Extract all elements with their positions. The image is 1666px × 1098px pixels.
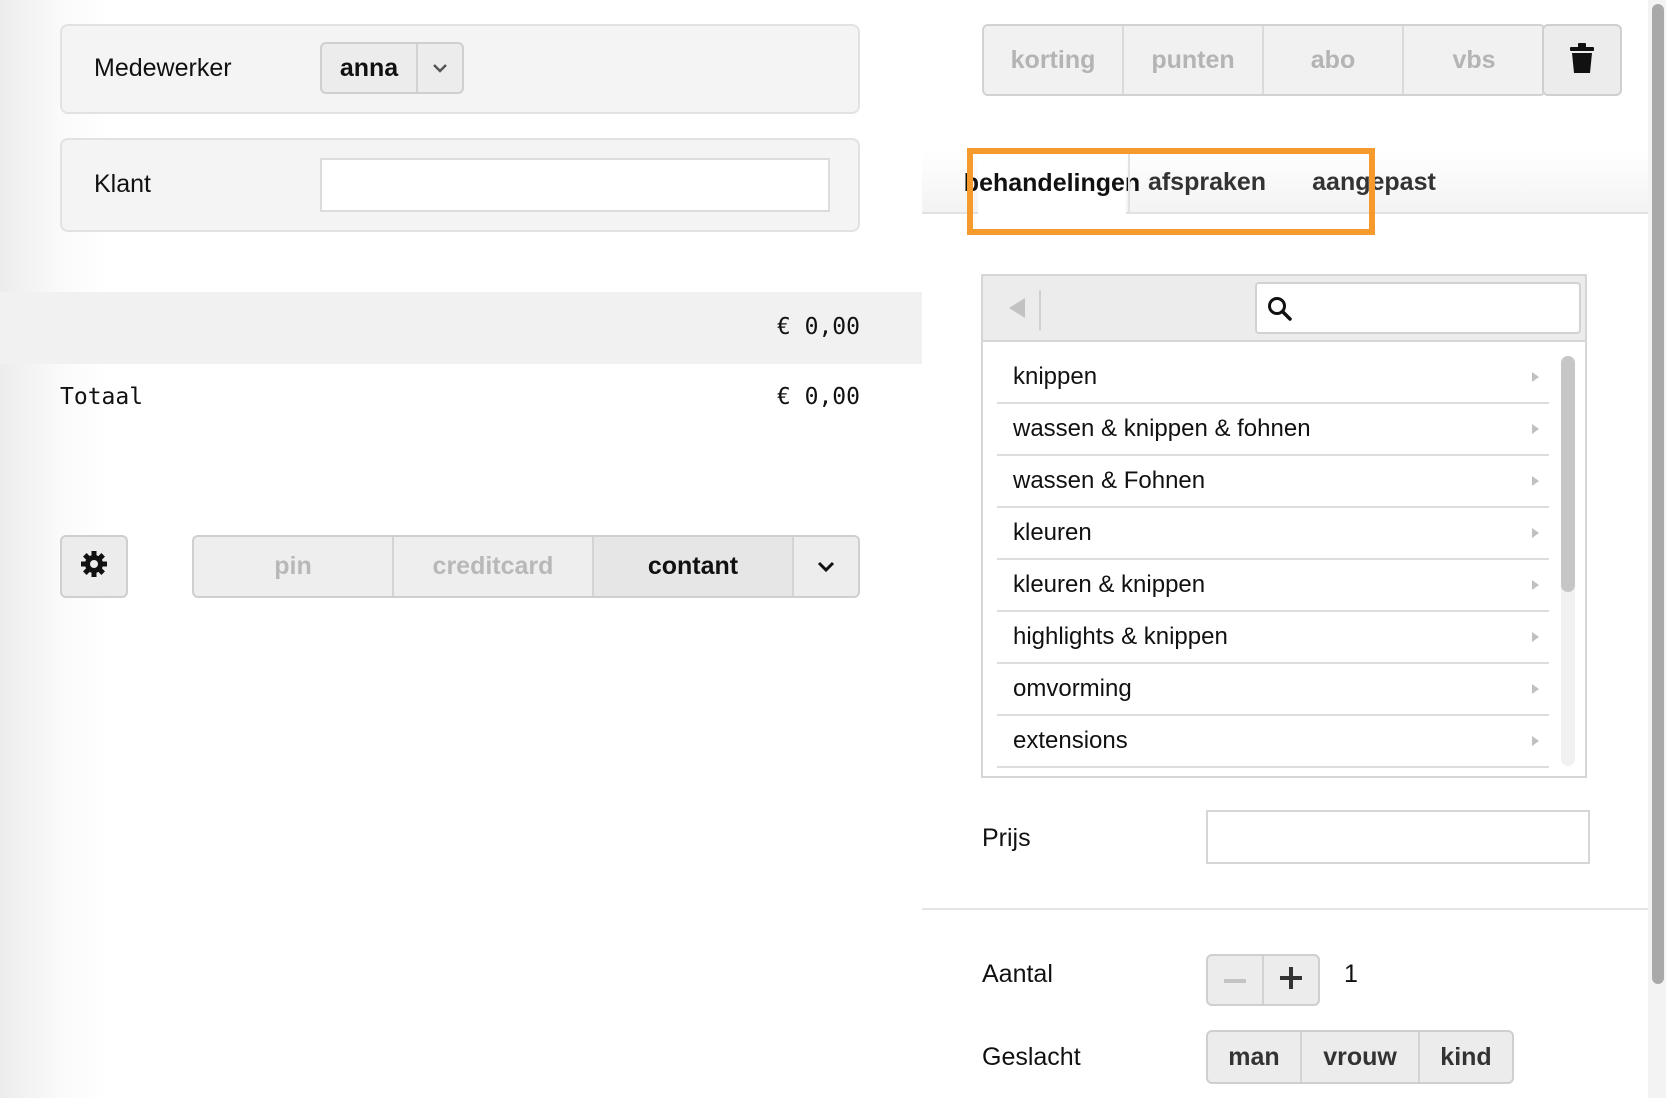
tab-aangepast[interactable]: aangepast — [1286, 150, 1462, 214]
chevron-right-icon — [1532, 736, 1539, 746]
list-item-label: kleuren & knippen — [1013, 571, 1206, 598]
total-value: € 0,00 — [776, 384, 860, 410]
list-item[interactable]: kleuren & knippen — [997, 560, 1549, 612]
list-scrollbar[interactable] — [1561, 356, 1575, 766]
list-item[interactable]: wassen & Fohnen — [997, 456, 1549, 508]
quantity-stepper — [1206, 954, 1320, 1006]
treatment-list: knippen wassen & knippen & fohnen wassen… — [997, 352, 1549, 768]
adjustment-korting[interactable]: korting — [984, 26, 1124, 94]
list-item-label: extensions — [1013, 727, 1128, 754]
list-item-label: wassen & Fohnen — [1013, 467, 1206, 494]
list-item[interactable]: omvorming — [997, 664, 1549, 716]
chevron-right-icon — [1532, 580, 1539, 590]
list-item[interactable]: wassen & knippen & fohnen — [997, 404, 1549, 456]
payment-method-group: pin creditcard contant — [192, 535, 860, 598]
search-icon — [1267, 296, 1293, 327]
gender-label: Geslacht — [982, 1043, 1081, 1071]
back-button[interactable] — [995, 290, 1041, 330]
price-label: Prijs — [982, 824, 1031, 852]
price-input[interactable] — [1206, 810, 1590, 864]
employee-label: Medewerker — [94, 54, 232, 82]
chevron-right-icon — [1532, 684, 1539, 694]
quantity-label: Aantal — [982, 960, 1053, 988]
list-scrollbar-thumb[interactable] — [1561, 356, 1575, 592]
divider — [922, 908, 1666, 910]
trash-icon[interactable] — [1570, 42, 1594, 79]
list-item[interactable]: extensions — [997, 716, 1549, 768]
decrement-button[interactable] — [1208, 956, 1264, 1004]
product-panel: korting punten abo vbs behandelingen afs… — [922, 0, 1666, 1098]
chevron-right-icon — [1532, 424, 1539, 434]
chevron-right-icon — [1532, 632, 1539, 642]
search-field[interactable] — [1255, 282, 1581, 334]
chevron-right-icon — [1532, 372, 1539, 382]
employee-select[interactable]: anna — [320, 42, 464, 94]
adjustment-vbs[interactable]: vbs — [1404, 26, 1544, 94]
list-item-label: knippen — [1013, 363, 1098, 390]
page-scrollbar-thumb[interactable] — [1652, 4, 1664, 984]
chevron-down-icon[interactable] — [418, 44, 462, 92]
total-label: Totaal — [60, 384, 144, 410]
plus-icon[interactable] — [1280, 966, 1302, 994]
tab-behandelingen[interactable]: behandelingen — [964, 150, 1140, 216]
payment-option-creditcard[interactable]: creditcard — [394, 537, 594, 596]
adjustment-abo[interactable]: abo — [1264, 26, 1404, 94]
customer-row: Klant — [60, 138, 860, 232]
list-item[interactable]: highlights & knippen — [997, 612, 1549, 664]
treatment-browser: knippen wassen & knippen & fohnen wassen… — [981, 274, 1587, 778]
delete-button[interactable] — [1542, 24, 1622, 96]
customer-label: Klant — [94, 170, 151, 198]
settings-button[interactable] — [60, 535, 128, 598]
list-item[interactable]: kleuren — [997, 508, 1549, 560]
employee-value[interactable]: anna — [322, 44, 418, 92]
adjustment-punten[interactable]: punten — [1124, 26, 1264, 94]
list-item-label: kleuren — [1013, 519, 1092, 546]
gender-option-man[interactable]: man — [1208, 1032, 1302, 1082]
payment-option-pin[interactable]: pin — [194, 537, 394, 596]
page-scrollbar[interactable] — [1648, 0, 1666, 1098]
gender-option-kind[interactable]: kind — [1420, 1032, 1512, 1082]
subtotal-value: € 0,00 — [776, 314, 860, 340]
list-item-label: highlights & knippen — [1013, 623, 1228, 650]
tab-afspraken[interactable]: afspraken — [1128, 150, 1284, 214]
list-item-label: omvorming — [1013, 675, 1132, 702]
quantity-value: 1 — [1344, 960, 1358, 988]
list-item-label: wassen & knippen & fohnen — [1013, 415, 1311, 442]
increment-button[interactable] — [1264, 956, 1318, 1004]
gender-option-vrouw[interactable]: vrouw — [1302, 1032, 1420, 1082]
employee-row: Medewerker anna — [60, 24, 860, 114]
checkout-panel: Medewerker anna Klant € 0,00 Totaal € 0,… — [0, 0, 922, 1098]
list-item[interactable]: knippen — [997, 352, 1549, 404]
back-arrow-icon[interactable] — [1007, 296, 1027, 325]
browser-toolbar — [983, 276, 1585, 342]
chevron-right-icon — [1532, 528, 1539, 538]
minus-icon[interactable] — [1224, 971, 1246, 989]
subtotal-row: € 0,00 — [0, 292, 922, 364]
gender-group: man vrouw kind — [1206, 1030, 1514, 1084]
adjustment-group: korting punten abo vbs — [982, 24, 1546, 96]
customer-input[interactable] — [320, 158, 830, 212]
chevron-down-icon[interactable] — [794, 537, 858, 596]
subtotal-pointer — [888, 292, 922, 364]
chevron-right-icon — [1532, 476, 1539, 486]
payment-option-contant[interactable]: contant — [594, 537, 794, 596]
search-input[interactable] — [1303, 290, 1571, 326]
gear-icon[interactable] — [79, 549, 109, 584]
